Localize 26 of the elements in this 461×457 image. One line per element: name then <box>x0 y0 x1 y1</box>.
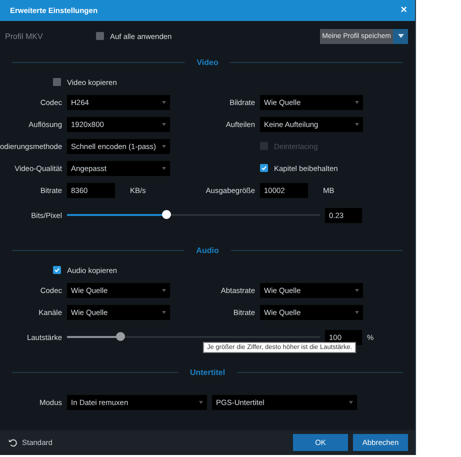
dropdown-arrow-icon <box>355 288 359 292</box>
dropdown-button[interactable] <box>393 28 408 44</box>
section-heading: Video <box>196 58 218 66</box>
dropdown-arrow-icon <box>162 122 166 126</box>
profile-label: Profil MKV <box>5 32 44 40</box>
dropdown-arrow-icon <box>355 100 359 104</box>
close-button[interactable]: × <box>400 5 407 16</box>
dropdown-arrow-icon <box>162 144 166 148</box>
slider-thumb[interactable] <box>162 210 171 219</box>
caret-icon <box>398 34 404 38</box>
section-heading: Untertitel <box>190 368 226 376</box>
dropdown-arrow-icon <box>355 310 359 314</box>
dropdown-arrow-icon <box>162 288 166 292</box>
dropdown-arrow-icon <box>162 310 166 314</box>
checkbox[interactable] <box>96 32 104 40</box>
section-heading: Audio <box>196 246 219 254</box>
checkbox[interactable] <box>53 266 61 274</box>
dropdown-arrow-icon <box>355 122 359 126</box>
dropdown-arrow-icon <box>199 400 203 404</box>
undo-icon <box>8 438 17 447</box>
checkbox[interactable] <box>53 78 61 86</box>
dropdown-arrow-icon <box>162 166 166 170</box>
dropdown-arrow-icon <box>349 400 353 404</box>
slider-thumb[interactable] <box>116 332 126 341</box>
dropdown-arrow-icon <box>162 100 166 104</box>
checkbox[interactable] <box>260 164 268 172</box>
